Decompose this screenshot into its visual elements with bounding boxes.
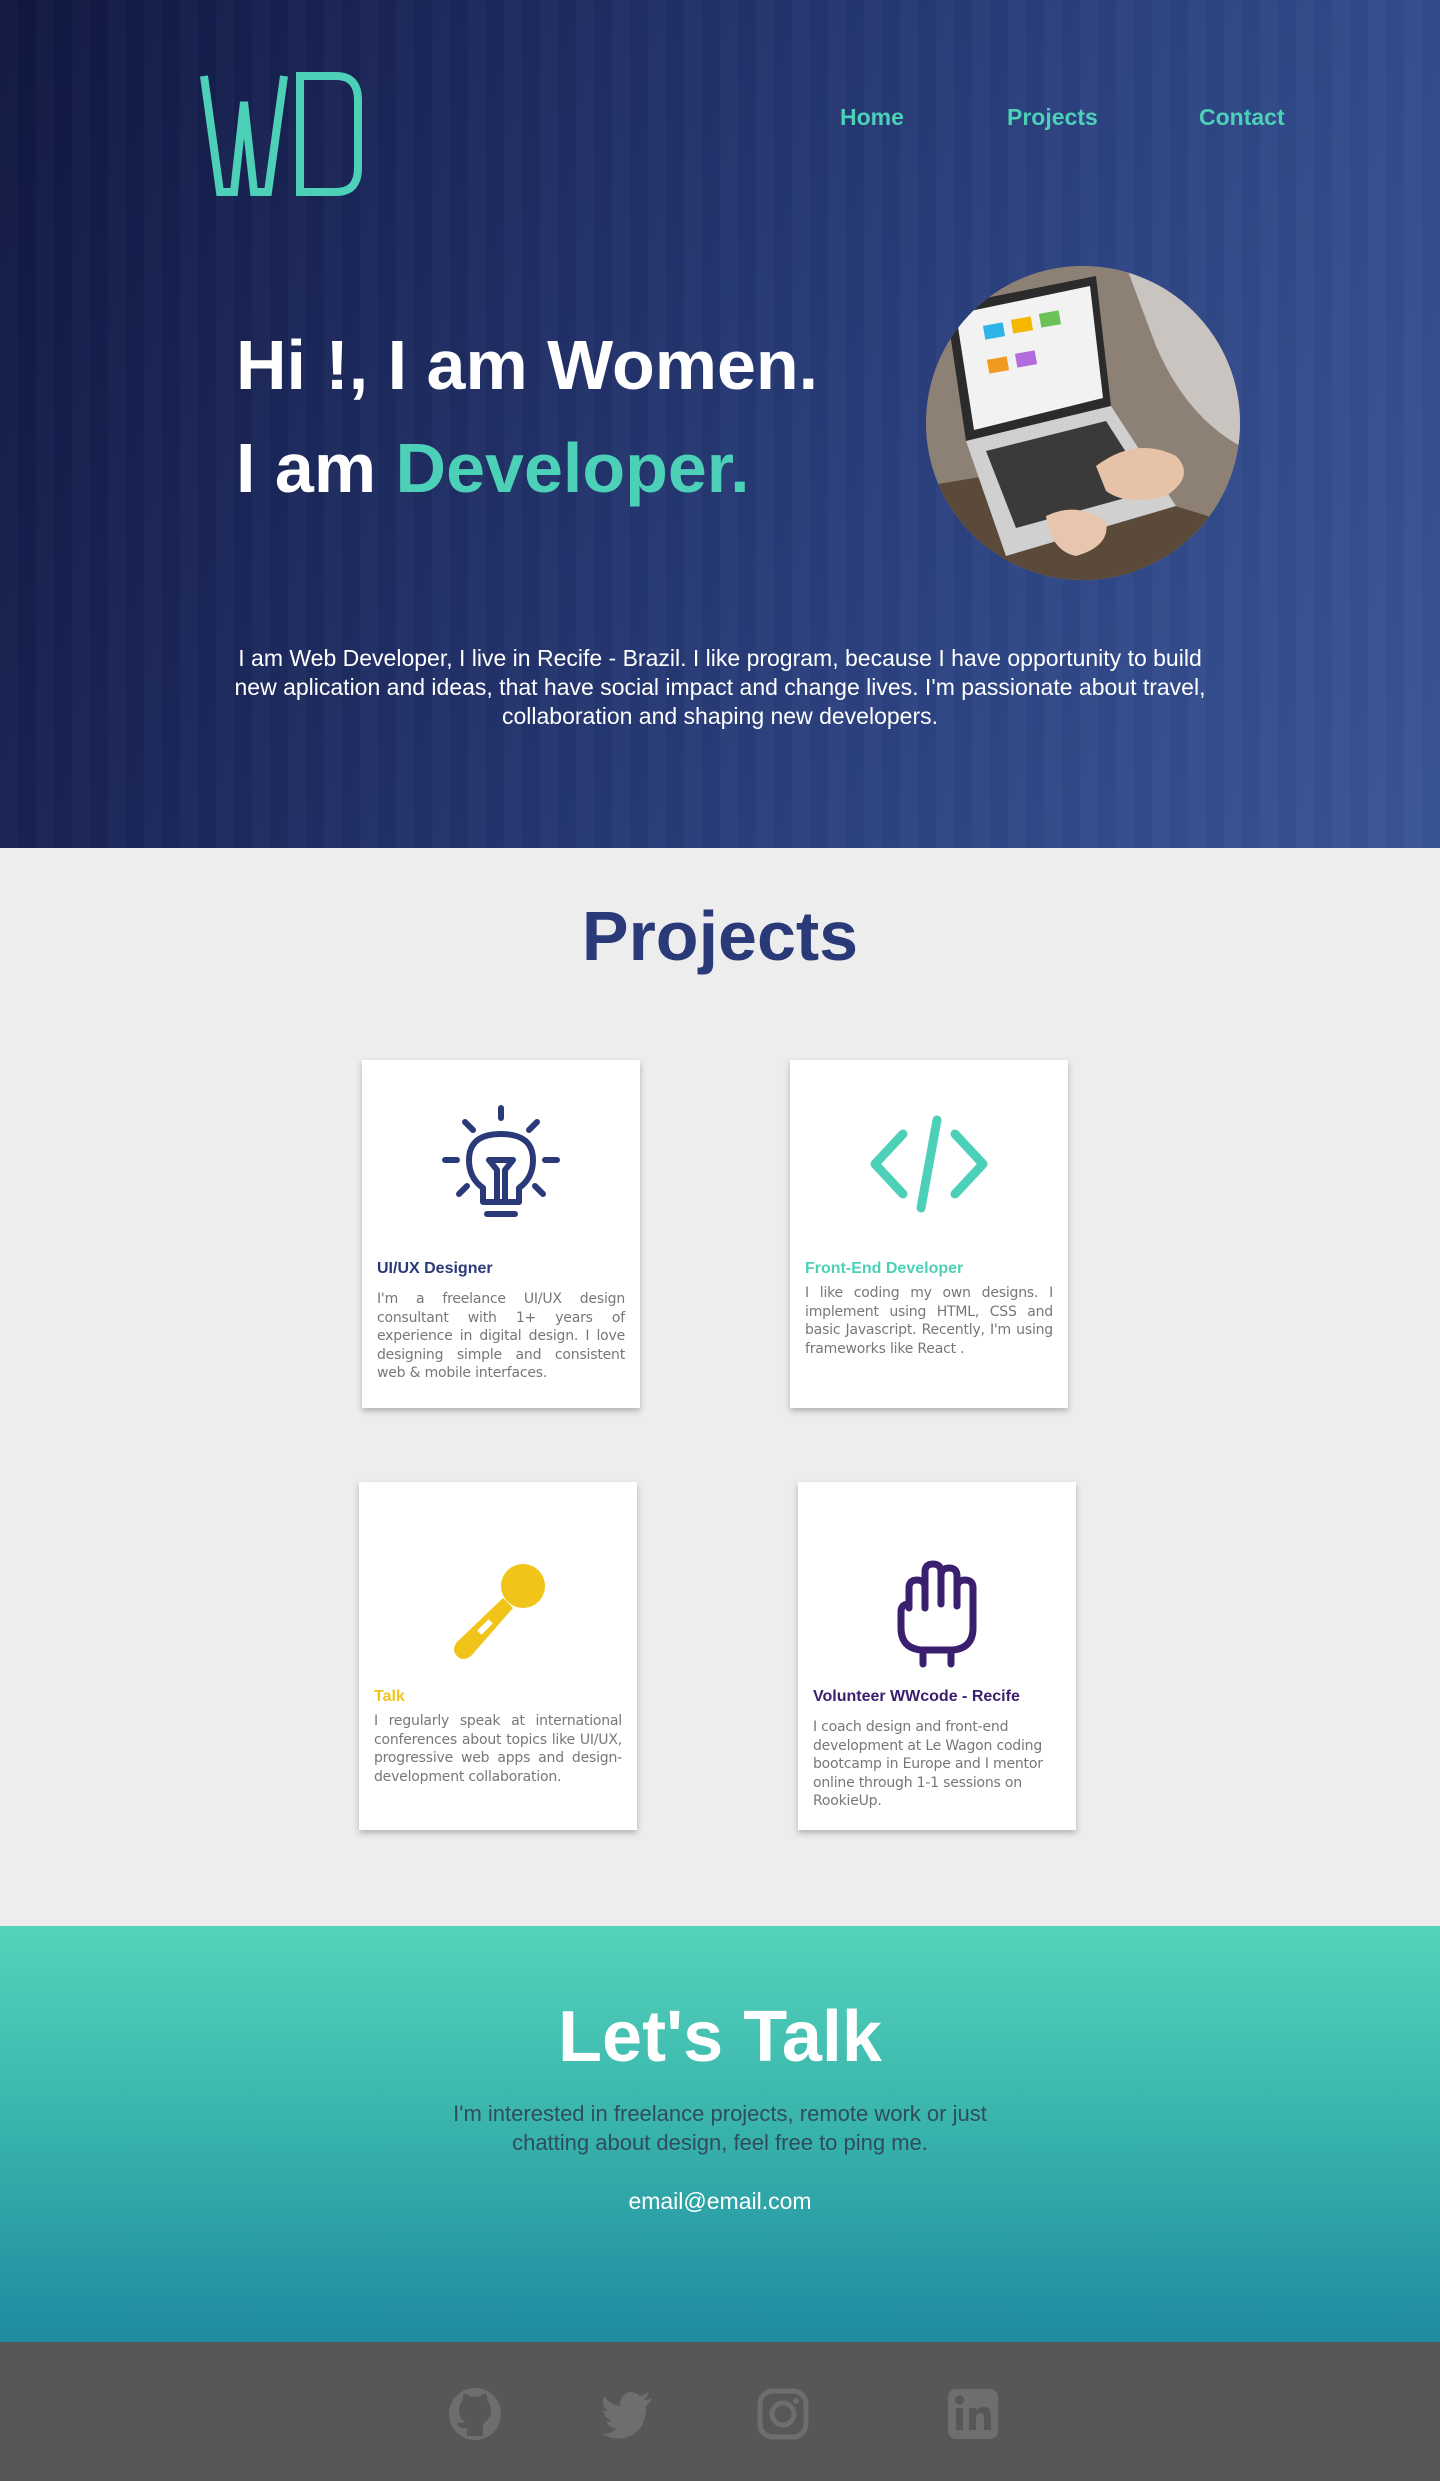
instagram-icon[interactable] xyxy=(755,2386,811,2442)
project-card-volunteer[interactable]: Volunteer WWcode - Recife I coach design… xyxy=(798,1482,1076,1830)
talk-title: Let's Talk xyxy=(558,1997,882,2077)
email-link[interactable]: email@email.com xyxy=(0,2188,1440,2215)
twitter-icon[interactable] xyxy=(600,2386,656,2442)
lightbulb-icon xyxy=(362,1104,640,1224)
github-icon[interactable] xyxy=(447,2386,503,2442)
project-card-title: UI/UX Designer xyxy=(377,1260,493,1277)
talk-text: I'm interested in freelance projects, re… xyxy=(453,2101,987,2155)
nav-projects-link[interactable]: Projects xyxy=(1007,104,1098,131)
profile-photo xyxy=(926,266,1240,580)
project-card-uiux[interactable]: UI/UX Designer I'm a freelance UI/UX des… xyxy=(362,1060,640,1408)
projects-title: Projects xyxy=(581,897,859,975)
project-card-title: Talk xyxy=(374,1688,405,1705)
hero-intro: I am Web Developer, I live in Recife - B… xyxy=(234,645,1206,729)
project-card-talk[interactable]: Talk I regularly speak at international … xyxy=(359,1482,637,1830)
linkedin-icon[interactable] xyxy=(945,2386,1001,2442)
projects-section: Projects UI/UX Designer I'm a freelance … xyxy=(0,848,1440,1926)
code-icon xyxy=(790,1114,1068,1214)
hero-headline-2: I am Developer. xyxy=(236,433,750,503)
project-card-desc: I like coding my own designs. I implemen… xyxy=(805,1285,1053,1357)
microphone-icon xyxy=(359,1558,637,1668)
project-card-desc: I coach design and front-end development… xyxy=(813,1719,1043,1809)
project-card-title: Volunteer WWcode - Recife xyxy=(813,1688,1020,1705)
hero-headline-1: Hi !, I am Women. xyxy=(236,326,819,404)
wd-logo[interactable] xyxy=(200,72,364,198)
footer xyxy=(0,2342,1440,2481)
raised-hand-icon xyxy=(798,1558,1076,1668)
hero-headline-accent: Developer. xyxy=(395,429,750,507)
project-card-frontend[interactable]: Front-End Developer I like coding my own… xyxy=(790,1060,1068,1408)
talk-section: Let's Talk I'm interested in freelance p… xyxy=(0,1926,1440,2342)
hero-section: Home Projects Contact Hi !, I am Women. … xyxy=(0,0,1440,848)
nav-home-link[interactable]: Home xyxy=(840,104,904,131)
project-card-desc: I regularly speak at international confe… xyxy=(374,1713,622,1785)
main-nav: Home Projects Contact xyxy=(0,104,1440,134)
nav-contact-link[interactable]: Contact xyxy=(1199,104,1285,131)
hero-headline-prefix: I am xyxy=(236,429,396,507)
project-card-title: Front-End Developer xyxy=(805,1260,964,1277)
project-card-desc: I'm a freelance UI/UX design consultant … xyxy=(377,1291,625,1381)
